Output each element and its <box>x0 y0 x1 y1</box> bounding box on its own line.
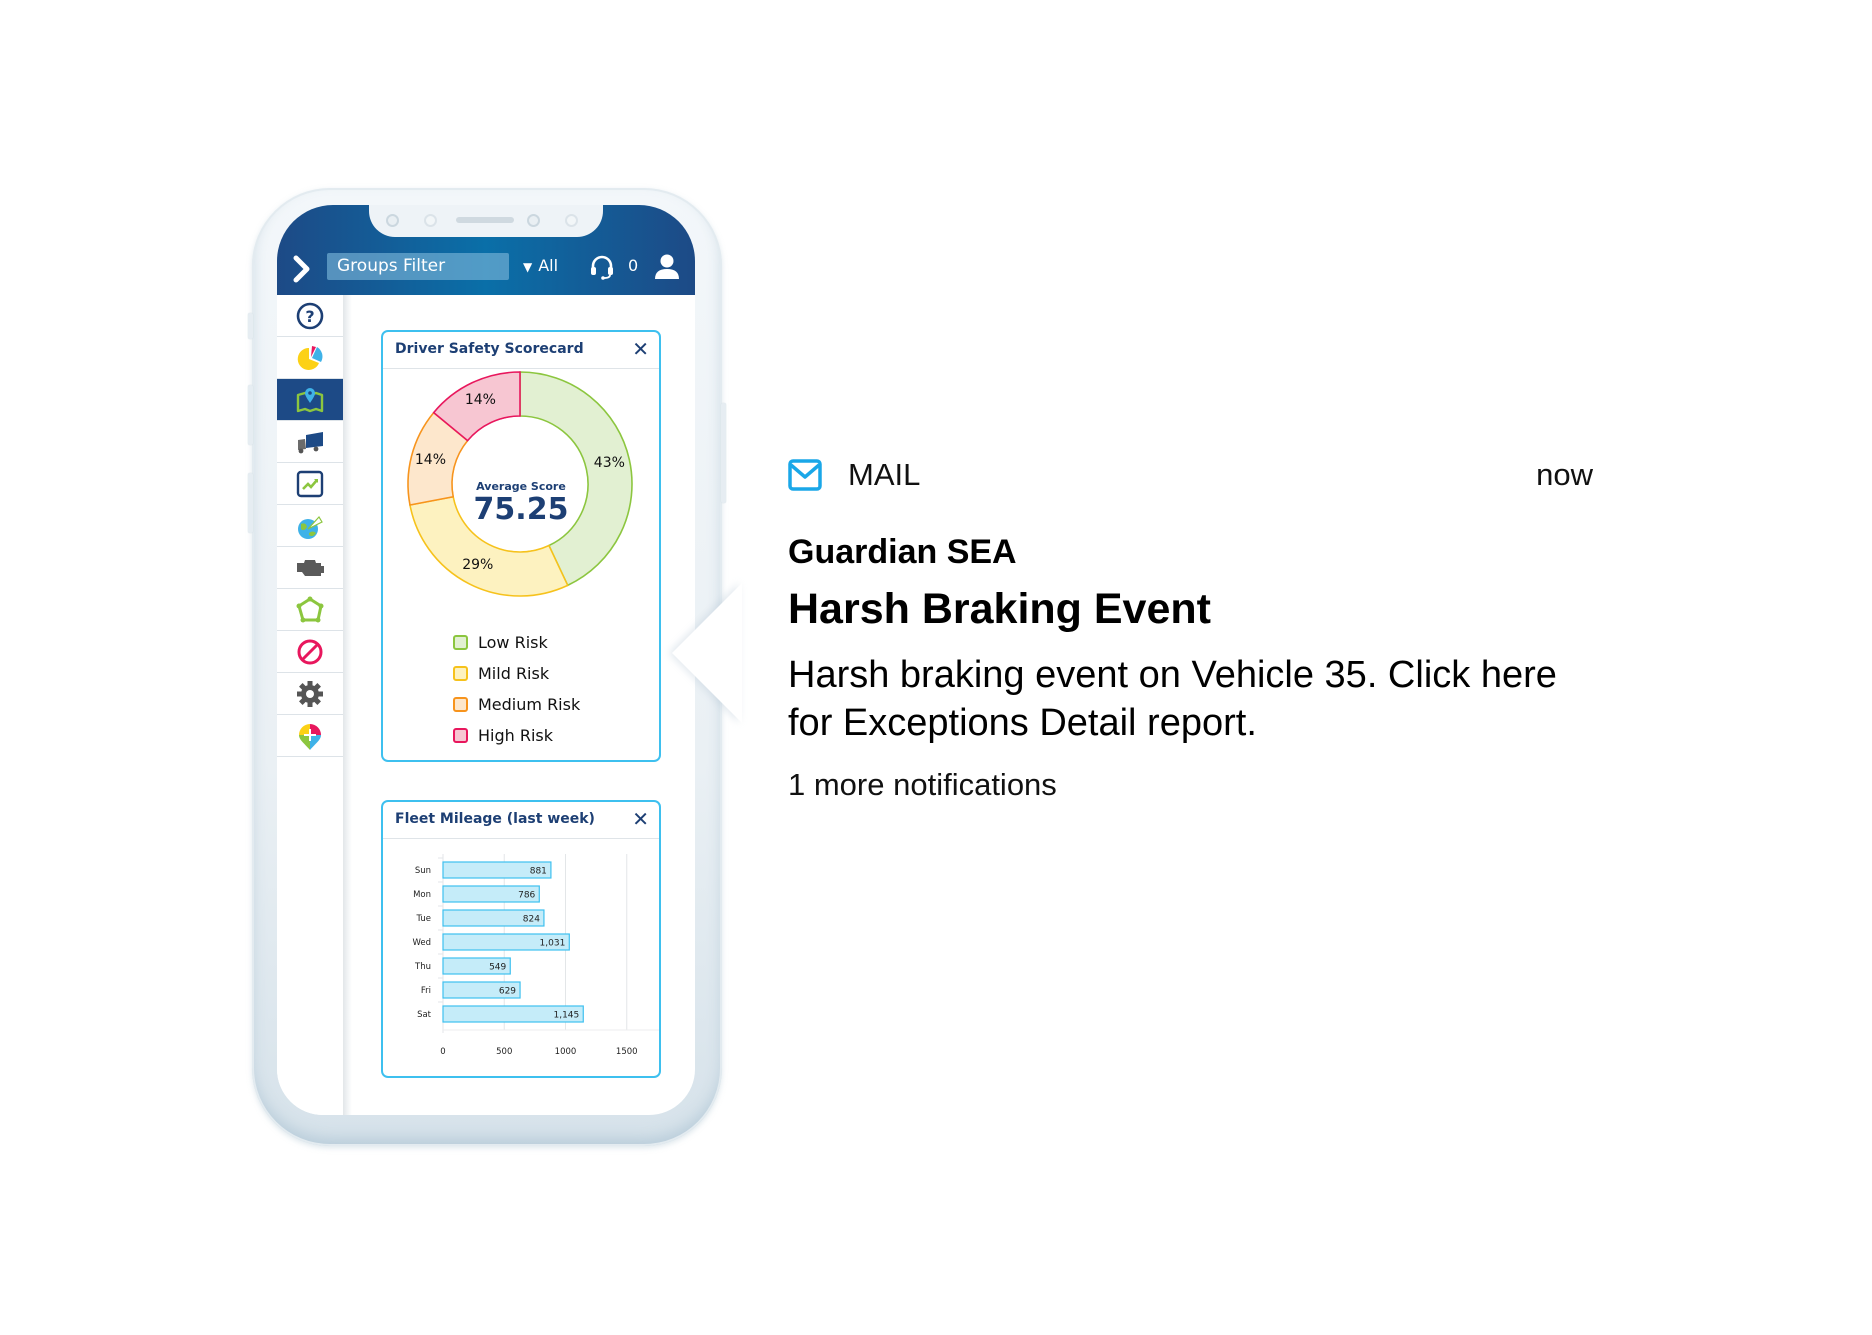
legend-swatch <box>453 697 468 712</box>
sidebar-item-help[interactable]: ? <box>277 295 343 337</box>
support-count: 0 <box>628 256 639 275</box>
expand-menu-chevron-icon[interactable] <box>291 255 313 289</box>
legend-swatch <box>453 635 468 650</box>
x-tick-label: 500 <box>496 1047 512 1057</box>
truck-icon <box>298 431 323 453</box>
category-label: Sun <box>415 866 431 876</box>
card-title: Fleet Mileage (last week) <box>395 811 595 827</box>
slice-label: 29% <box>462 556 494 573</box>
svg-text:?: ? <box>305 307 314 326</box>
bar-value-label: 1,145 <box>553 1011 579 1021</box>
pie-chart-icon <box>297 345 323 370</box>
sidebar-item-settings[interactable] <box>277 673 343 715</box>
sidebar-item-analytics[interactable] <box>277 463 343 505</box>
sidebar-item-reports[interactable] <box>277 337 343 379</box>
card-title: Driver Safety Scorecard <box>395 341 584 357</box>
sidebar-item-exceptions[interactable] <box>277 631 343 673</box>
notification-sender: Guardian SEA <box>788 533 1017 571</box>
bar-value-label: 1,031 <box>540 939 566 949</box>
legend-item[interactable]: High Risk <box>453 720 580 751</box>
sensor <box>424 214 437 227</box>
x-tick-label: 1500 <box>616 1047 638 1057</box>
front-camera <box>527 214 540 227</box>
legend-swatch <box>453 666 468 681</box>
phone-screen: Groups Filter ▼ All 0 ? Driver Safety Sc… <box>277 205 695 1115</box>
bar-value-label: 629 <box>499 987 516 997</box>
mileage-bar-chart: Sun 881 Mon 786 Tue 824 Wed 1,031 Thu 549 Fri 629 Sa… <box>412 854 659 1057</box>
close-icon[interactable]: ✕ <box>632 807 649 831</box>
phone-power-button <box>721 403 726 503</box>
bar-value-label: 824 <box>523 915 540 925</box>
legend-label: Medium Risk <box>478 695 581 714</box>
filter-value: All <box>538 256 559 275</box>
fleet-mileage-card: Fleet Mileage (last week) ✕ Sun 881 Mon 786… <box>381 800 661 1078</box>
bar-value-label: 549 <box>489 963 506 973</box>
category-label: Fri <box>421 986 431 996</box>
caret-down-icon: ▼ <box>523 260 533 274</box>
globe-signal-icon <box>298 515 323 539</box>
legend-label: Low Risk <box>478 633 548 652</box>
sidebar-item-engine[interactable] <box>277 547 343 589</box>
sidebar-item-vehicles[interactable] <box>277 421 343 463</box>
sensor <box>565 214 578 227</box>
close-icon[interactable]: ✕ <box>632 337 649 361</box>
sidebar-item-tracking[interactable] <box>277 505 343 547</box>
phone-volume-down <box>248 473 253 533</box>
sidebar-divider <box>343 295 352 1115</box>
notification-time: now <box>1536 457 1593 492</box>
sidebar-nav: ? <box>277 295 343 1115</box>
slice-label: 14% <box>464 391 496 408</box>
groups-filter-input[interactable]: Groups Filter <box>327 253 509 280</box>
sidebar-item-geofence[interactable] <box>277 589 343 631</box>
app-header: Groups Filter ▼ All 0 <box>277 205 695 295</box>
slice-label: 43% <box>593 454 625 471</box>
trend-chart-icon <box>296 470 324 497</box>
card-header: Driver Safety Scorecard ✕ <box>383 332 659 369</box>
bar-value-label: 786 <box>518 891 535 901</box>
phone-volume-up <box>248 385 253 445</box>
category-label: Tue <box>415 914 431 924</box>
sidebar-item-map[interactable] <box>277 379 343 421</box>
legend-label: High Risk <box>478 726 554 745</box>
x-tick-label: 0 <box>440 1047 445 1057</box>
category-label: Wed <box>412 938 431 948</box>
category-label: Thu <box>414 962 431 972</box>
notification-app-name: MAIL <box>848 457 921 492</box>
notification-subject: Harsh Braking Event <box>788 585 1211 633</box>
driver-safety-scorecard-card: Driver Safety Scorecard ✕ Average Score … <box>381 330 661 762</box>
geofence-icon <box>296 596 324 622</box>
card-header: Fleet Mileage (last week) ✕ <box>383 802 659 839</box>
category-label: Sat <box>417 1010 432 1020</box>
sensor <box>386 214 399 227</box>
sidebar-item-directions[interactable] <box>277 715 343 757</box>
callout-pointer <box>672 583 742 723</box>
x-tick-label: 1000 <box>555 1047 577 1057</box>
mail-icon <box>788 459 822 491</box>
chart-legend: Low Risk Mild Risk Medium Risk High Risk <box>453 627 580 751</box>
legend-swatch <box>453 728 468 743</box>
legend-item[interactable]: Low Risk <box>453 627 580 658</box>
directions-pin-icon <box>299 723 321 750</box>
help-icon: ? <box>296 302 324 329</box>
bar-value-label: 881 <box>530 867 547 877</box>
slice-label: 14% <box>414 452 446 469</box>
more-notifications-link[interactable]: 1 more notifications <box>788 767 1057 803</box>
gear-icon <box>297 680 323 707</box>
donut-center-value: 75.25 <box>473 492 569 527</box>
category-label: Mon <box>413 890 431 900</box>
prohibited-icon <box>297 639 323 664</box>
legend-item[interactable]: Mild Risk <box>453 658 580 689</box>
notification-body[interactable]: Harsh braking event on Vehicle 35. Click… <box>788 651 1588 747</box>
phone-notch <box>369 205 603 237</box>
map-pin-icon <box>296 387 324 412</box>
speaker-grille <box>456 217 514 223</box>
legend-item[interactable]: Medium Risk <box>453 689 580 720</box>
user-profile-icon[interactable] <box>653 252 681 280</box>
legend-label: Mild Risk <box>478 664 550 683</box>
headset-support-icon[interactable] <box>589 254 615 280</box>
groups-filter-dropdown[interactable]: ▼ All <box>523 255 558 278</box>
engine-icon <box>297 559 324 576</box>
phone-side-button <box>248 313 253 339</box>
